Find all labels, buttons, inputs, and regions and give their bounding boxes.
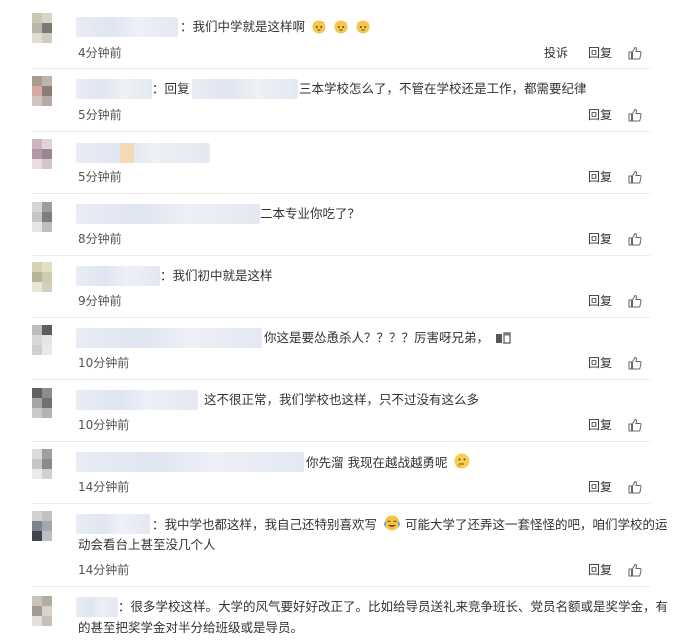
username[interactable] — [76, 328, 262, 348]
comment-actions: 回复 — [568, 478, 642, 495]
comment-text: 你先溜 我现在越战越勇呢 — [306, 452, 471, 476]
timestamp: 14分钟前 — [78, 563, 130, 577]
comment-text: ：我们初中就是这样 — [160, 268, 273, 283]
username[interactable] — [76, 204, 260, 224]
thumbs-up-icon[interactable] — [628, 232, 642, 246]
username[interactable] — [76, 597, 118, 617]
comment-text: ：我们中学就是这样啊 — [180, 17, 371, 40]
thumbs-up-icon[interactable] — [628, 418, 642, 432]
avatar[interactable] — [32, 202, 72, 242]
username[interactable] — [76, 266, 160, 286]
comment-actions: 回复 — [568, 416, 642, 433]
thumbs-up-icon[interactable] — [628, 563, 642, 577]
comment-text-quoted: 三本学校怎么了，不管在学校还是工作，都需要纪律 — [299, 81, 587, 96]
avatar[interactable] — [32, 139, 72, 179]
beer-emoji — [495, 331, 513, 351]
timestamp: 8分钟前 — [78, 232, 122, 246]
reply-button[interactable]: 回复 — [588, 44, 612, 61]
thumbs-up-icon[interactable] — [628, 108, 642, 122]
reply-button[interactable]: 回复 — [588, 168, 612, 185]
divider — [32, 503, 650, 504]
thumbs-up-icon[interactable] — [628, 356, 642, 370]
avatar[interactable] — [32, 511, 72, 551]
blurred-emoji — [120, 143, 134, 163]
timestamp: 5分钟前 — [78, 170, 122, 184]
divider — [32, 255, 650, 256]
timestamp: 5分钟前 — [78, 108, 122, 122]
divider — [32, 586, 650, 587]
report-button[interactable]: 投诉 — [544, 44, 568, 61]
comment-actions: 回复 — [568, 230, 642, 247]
avatar[interactable] — [32, 596, 72, 636]
reply-button[interactable]: 回复 — [588, 561, 612, 578]
avatar[interactable] — [32, 262, 72, 302]
comment-actions: 回复 — [568, 168, 642, 185]
comment-text: 你这是要怂恿杀人？？？？厉害呀兄弟， — [264, 328, 513, 351]
avatar[interactable] — [32, 325, 72, 365]
username[interactable] — [76, 514, 150, 534]
comment-text-line2: 的甚至把奖学金对半分给班级或是导员。 — [78, 620, 304, 635]
avatar[interactable] — [32, 449, 72, 489]
thinking-emoji — [453, 452, 471, 476]
divider — [32, 68, 650, 69]
thumbs-up-icon[interactable] — [628, 294, 642, 308]
avatar[interactable] — [32, 388, 72, 428]
username[interactable] — [76, 452, 304, 472]
divider — [32, 193, 650, 194]
thumbs-up-icon[interactable] — [628, 170, 642, 184]
comment-actions: 投诉 回复 — [524, 44, 642, 61]
timestamp: 10分钟前 — [78, 356, 130, 370]
thumbs-up-icon[interactable] — [628, 46, 642, 60]
username[interactable] — [76, 143, 210, 163]
comment-text-line2: 动会看台上甚至没几个人 — [78, 537, 216, 552]
comment-text: 这不很正常，我们学校也这样，只不过没有这么多 — [204, 392, 480, 407]
divider — [32, 317, 650, 318]
cat-face-emoji — [311, 18, 327, 40]
comment-text: ：回复 — [152, 81, 190, 96]
cat-face-emoji — [355, 18, 371, 40]
divider — [32, 441, 650, 442]
comment-actions: 回复 — [568, 106, 642, 123]
comment-text: ：我中学也都这样，我自己还特别喜欢写 可能大学了还弄这一套怪怪的吧，咱们学校的运 — [152, 514, 668, 538]
divider — [32, 379, 650, 380]
comment-actions: 回复 — [568, 354, 642, 371]
avatar[interactable] — [32, 76, 72, 116]
username[interactable] — [76, 17, 178, 37]
timestamp: 9分钟前 — [78, 294, 122, 308]
reply-button[interactable]: 回复 — [588, 478, 612, 495]
username[interactable] — [76, 390, 198, 410]
comment-actions: 回复 — [568, 561, 642, 578]
username[interactable] — [76, 79, 152, 99]
timestamp: 10分钟前 — [78, 418, 130, 432]
timestamp: 14分钟前 — [78, 480, 130, 494]
avatar[interactable] — [32, 13, 72, 53]
timestamp: 4分钟前 — [78, 46, 122, 60]
thumbs-up-icon[interactable] — [628, 480, 642, 494]
laugh-cry-emoji — [383, 514, 401, 538]
comment-actions: 回复 — [568, 292, 642, 309]
reply-button[interactable]: 回复 — [588, 106, 612, 123]
quoted-username[interactable] — [192, 79, 298, 99]
reply-button[interactable]: 回复 — [588, 230, 612, 247]
reply-button[interactable]: 回复 — [588, 354, 612, 371]
reply-button[interactable]: 回复 — [588, 416, 612, 433]
comment-text: ：很多学校这样。大学的风气要好好改正了。比如给导员送礼来竞争班长、党员名额或是奖… — [118, 599, 669, 614]
cat-face-emoji — [333, 18, 349, 40]
comment-text: 二本专业你吃了？ — [260, 206, 361, 221]
reply-button[interactable]: 回复 — [588, 292, 612, 309]
divider — [32, 131, 650, 132]
